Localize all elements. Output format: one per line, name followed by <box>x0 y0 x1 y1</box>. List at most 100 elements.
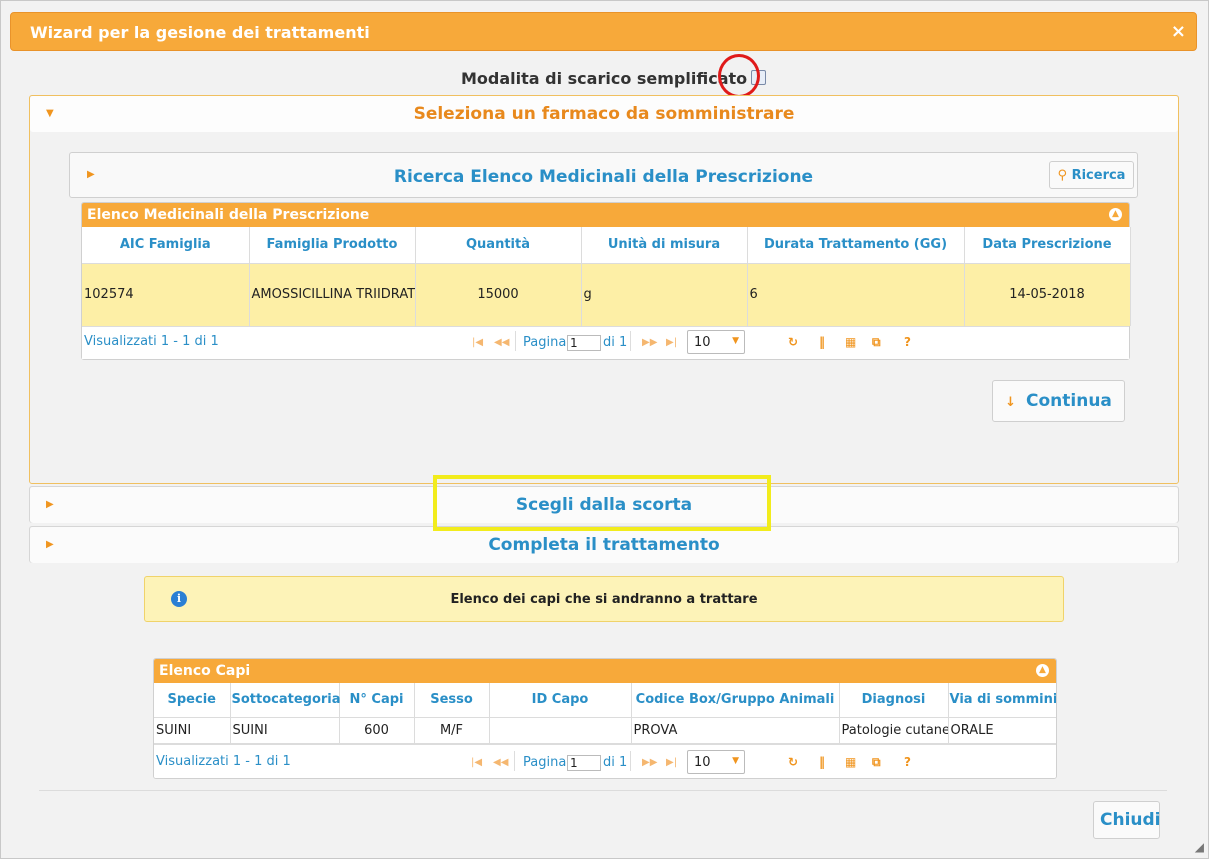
page-size-select[interactable]: 10 ▼ <box>687 749 745 774</box>
window-icon[interactable]: ⧉ <box>872 755 881 770</box>
search-icon: ⚲ <box>1057 167 1068 183</box>
footer-divider <box>39 790 1167 791</box>
pager-page-label: Pagina <box>523 754 567 770</box>
highlight-circle <box>718 54 760 98</box>
next-page-icon[interactable]: ▶▶ <box>642 337 657 348</box>
dialog-titlebar: Wizard per la gesione dei trattamenti × <box>10 12 1197 51</box>
cell-box-code: PROVA <box>631 717 840 743</box>
section-complete-treatment-header[interactable]: ▶ Completa il trattamento <box>30 527 1178 563</box>
cell-family: AMOSSICILLINA TRIIDRATO <box>249 263 416 326</box>
prescription-grid-caption: Elenco Medicinali della Prescrizione ▲ <box>82 203 1129 227</box>
close-button[interactable]: Chiudi <box>1093 801 1161 839</box>
last-page-icon[interactable]: ▶| <box>666 337 677 348</box>
page-size-select[interactable]: 10 ▼ <box>687 330 745 354</box>
cell-sex: M/F <box>414 717 490 743</box>
chevron-down-icon: ▼ <box>732 336 739 346</box>
page-number-input[interactable]: 1 <box>567 335 601 351</box>
pager-page-label: Pagina <box>523 335 567 350</box>
animals-table: Specie Sottocategoria N° Capi Sesso ID C… <box>154 683 1056 744</box>
info-message: Elenco dei capi che si andranno a tratta… <box>450 592 758 607</box>
column-header[interactable]: Via di somminis <box>948 683 1056 718</box>
resize-handle-icon[interactable]: ◢ <box>1195 840 1204 854</box>
cell-subcategory: SUINI <box>230 717 340 743</box>
column-header[interactable]: Quantità <box>415 227 582 264</box>
column-header[interactable]: AIC Famiglia <box>82 227 250 264</box>
section-complete-treatment: ▶ Completa il trattamento <box>29 526 1179 563</box>
table-row[interactable]: SUINI SUINI 600 M/F PROVA Patologie cuta… <box>154 717 1056 743</box>
animals-grid-caption: Elenco Capi ▲ <box>154 659 1056 683</box>
help-icon[interactable]: ? <box>904 335 911 349</box>
continue-button[interactable]: ↓ Continua <box>992 380 1125 422</box>
arrow-down-icon: ↓ <box>1005 395 1016 410</box>
cell-unit: g <box>581 263 748 326</box>
pager-of-label: di 1 <box>603 335 628 350</box>
chevron-down-icon: ▼ <box>732 755 739 766</box>
cell-quantity: 15000 <box>415 263 582 326</box>
column-header[interactable]: Unità di misura <box>581 227 748 264</box>
close-button-label: Chiudi <box>1100 810 1161 830</box>
pager-info: Visualizzati 1 - 1 di 1 <box>156 753 291 769</box>
cell-species: SUINI <box>154 717 231 743</box>
close-icon[interactable]: × <box>1171 21 1186 42</box>
section-complete-treatment-title: Completa il trattamento <box>488 535 720 555</box>
info-message-box: i Elenco dei capi che si andranno a trat… <box>144 576 1064 622</box>
cell-date: 14-05-2018 <box>964 263 1131 326</box>
cell-duration: 6 <box>747 263 965 326</box>
grid-icon[interactable]: ▦ <box>845 335 856 349</box>
window-icon[interactable]: ⧉ <box>872 335 881 350</box>
animals-grid-title: Elenco Capi <box>159 663 251 679</box>
search-button-label: Ricerca <box>1071 167 1126 183</box>
page-size-value: 10 <box>694 754 711 770</box>
search-button[interactable]: ⚲ Ricerca <box>1049 161 1134 189</box>
cell-count: 600 <box>339 717 415 743</box>
column-header[interactable]: Famiglia Prodotto <box>249 227 416 264</box>
highlight-rectangle <box>433 475 771 531</box>
last-page-icon[interactable]: ▶| <box>666 757 677 768</box>
prescription-grid: Elenco Medicinali della Prescrizione ▲ A… <box>81 202 1131 360</box>
prev-page-icon[interactable]: ◀◀ <box>494 337 509 348</box>
columns-icon[interactable]: ‖ <box>819 755 825 769</box>
column-header[interactable]: ID Capo <box>489 683 632 718</box>
column-header[interactable]: Sottocategoria <box>230 683 341 718</box>
first-page-icon[interactable]: |◀ <box>472 337 483 348</box>
page-size-value: 10 <box>694 335 711 350</box>
page-number-input[interactable]: 1 <box>567 754 601 771</box>
search-panel: ▶ Ricerca Elenco Medicinali della Prescr… <box>69 152 1138 198</box>
prev-page-icon[interactable]: ◀◀ <box>493 757 508 768</box>
cell-diagnosis: Patologie cutanee <box>839 717 949 743</box>
prescription-grid-title: Elenco Medicinali della Prescrizione <box>87 207 370 223</box>
treatment-wizard-dialog: Wizard per la gesione dei trattamenti × … <box>0 0 1209 859</box>
column-header[interactable]: Codice Box/Gruppo Animali <box>631 683 840 718</box>
column-header[interactable]: Sesso <box>414 683 490 718</box>
next-page-icon[interactable]: ▶▶ <box>642 757 657 768</box>
pager-info: Visualizzati 1 - 1 di 1 <box>84 334 219 349</box>
dialog-title: Wizard per la gesione dei trattamenti <box>30 23 370 42</box>
collapse-icon[interactable]: ▲ <box>1036 664 1049 677</box>
table-row[interactable]: 102574 AMOSSICILLINA TRIIDRATO 15000 g 6… <box>82 263 1131 326</box>
pager-of-label: di 1 <box>603 754 628 770</box>
column-header[interactable]: Diagnosi <box>839 683 949 718</box>
refresh-icon[interactable]: ↻ <box>788 335 798 349</box>
prescription-pager: Visualizzati 1 - 1 di 1 |◀ ◀◀ Pagina 1 d… <box>82 326 1129 359</box>
section-select-drug-header[interactable]: ▼ Seleziona un farmaco da somministrare <box>30 96 1178 132</box>
cell-animal-id <box>489 717 632 743</box>
help-icon[interactable]: ? <box>904 755 911 769</box>
animals-table-header: Specie Sottocategoria N° Capi Sesso ID C… <box>154 683 1056 718</box>
continue-button-label: Continua <box>1026 391 1112 411</box>
section-select-drug-title: Seleziona un farmaco da somministrare <box>413 104 795 124</box>
columns-icon[interactable]: ‖ <box>819 335 825 349</box>
column-header[interactable]: Specie <box>154 683 231 718</box>
prescription-table: AIC Famiglia Famiglia Prodotto Quantità … <box>82 227 1131 326</box>
animals-pager: Visualizzati 1 - 1 di 1 |◀ ◀◀ Pagina 1 d… <box>154 743 1056 778</box>
prescription-table-header: AIC Famiglia Famiglia Prodotto Quantità … <box>82 227 1131 264</box>
simplified-mode-label: Modalita di scarico semplificato <box>461 69 748 88</box>
column-header[interactable]: N° Capi <box>339 683 415 718</box>
column-header[interactable]: Durata Trattamento (GG) <box>747 227 965 264</box>
animals-grid: Elenco Capi ▲ Specie Sottocategoria N° C… <box>153 658 1057 779</box>
first-page-icon[interactable]: |◀ <box>471 757 482 768</box>
refresh-icon[interactable]: ↻ <box>788 755 798 769</box>
grid-icon[interactable]: ▦ <box>845 755 856 769</box>
column-header[interactable]: Data Prescrizione <box>964 227 1131 264</box>
cell-route: ORALE <box>948 717 1056 743</box>
collapse-icon[interactable]: ▲ <box>1109 208 1122 221</box>
